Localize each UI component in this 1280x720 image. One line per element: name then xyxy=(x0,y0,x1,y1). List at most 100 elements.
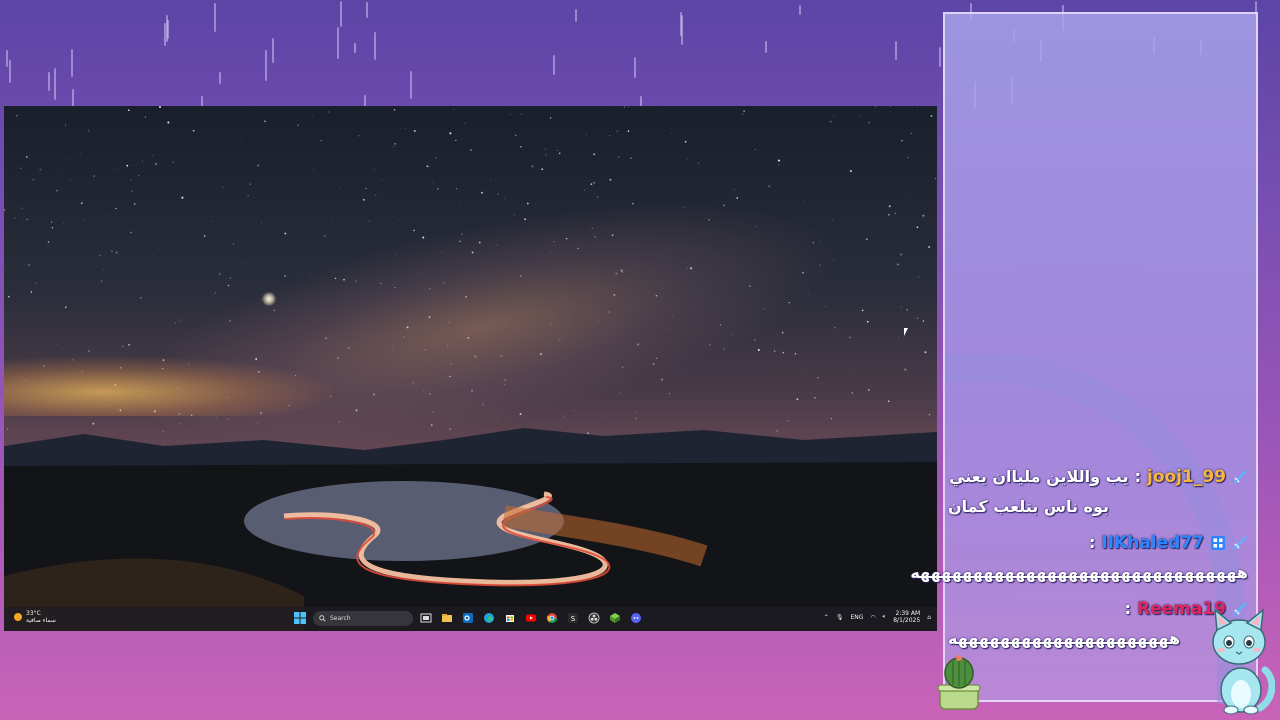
rain-streak xyxy=(366,1,369,19)
star xyxy=(435,157,437,159)
star xyxy=(865,238,868,241)
star xyxy=(890,355,891,356)
rain-streak xyxy=(265,50,268,81)
star xyxy=(617,156,620,158)
star xyxy=(80,202,83,205)
star xyxy=(520,145,522,148)
star xyxy=(393,109,396,111)
task-view-icon[interactable] xyxy=(418,610,434,626)
cactus-plant-decoration xyxy=(937,655,981,710)
star xyxy=(906,400,908,402)
star xyxy=(374,194,377,197)
chat-message: : IIKhaled77 ههههههههههههههههههههههههههه… xyxy=(910,528,1248,588)
star xyxy=(127,109,130,112)
star xyxy=(203,235,206,237)
rain-streak xyxy=(272,37,275,63)
file-explorer-icon[interactable] xyxy=(439,610,455,626)
chrome-icon[interactable] xyxy=(544,610,560,626)
chat-username[interactable]: jooj1_99 xyxy=(1147,462,1226,492)
bright-star xyxy=(262,292,276,306)
microphone-icon[interactable]: 🎙︎ xyxy=(836,614,844,621)
star xyxy=(604,415,605,417)
star xyxy=(849,170,852,173)
star xyxy=(92,422,95,425)
outlook-icon[interactable] xyxy=(460,610,476,626)
star xyxy=(593,181,595,184)
star xyxy=(28,264,30,266)
rain-streak xyxy=(219,71,222,85)
star xyxy=(635,417,637,419)
star xyxy=(115,251,118,254)
youtube-icon[interactable] xyxy=(523,610,539,626)
chat-message: : Reema19 هههههههههههههههههههههه xyxy=(948,594,1248,654)
star xyxy=(896,263,899,266)
discord-icon[interactable] xyxy=(628,610,644,626)
wifi-icon[interactable]: ◠ xyxy=(870,614,875,621)
star xyxy=(894,212,896,214)
star xyxy=(181,196,184,199)
star xyxy=(394,143,396,145)
notification-bell-icon[interactable]: ⌂ xyxy=(927,614,931,621)
star xyxy=(133,159,135,161)
star xyxy=(449,132,452,135)
rain-streak xyxy=(8,59,11,84)
star xyxy=(64,306,67,309)
star xyxy=(805,371,807,373)
stream-desktop-capture: 33°C سماء صافية Search S ⌃ 🎙︎ ENG ◠ 🔈︎ 2… xyxy=(4,106,937,631)
star xyxy=(16,115,18,117)
star xyxy=(21,217,23,219)
chat-message-text-continued: بوه ناس بتلعب كمان xyxy=(948,497,1110,516)
star xyxy=(47,241,50,243)
star xyxy=(602,141,604,142)
store-icon[interactable] xyxy=(502,610,518,626)
rain-streak xyxy=(70,49,73,77)
star xyxy=(83,219,85,221)
weather-widget[interactable]: 33°C سماء صافية xyxy=(14,610,56,624)
star xyxy=(573,410,575,411)
star xyxy=(323,235,326,237)
star xyxy=(520,113,522,115)
taskbar-apps: Search S xyxy=(292,610,644,626)
star xyxy=(509,113,511,115)
star xyxy=(545,154,547,156)
streamlabs-icon[interactable]: S xyxy=(565,610,581,626)
volume-icon[interactable]: 🔈︎ xyxy=(883,613,887,621)
star xyxy=(544,148,546,150)
star xyxy=(684,140,687,143)
chat-username[interactable]: IIKhaled77 xyxy=(1101,528,1204,558)
star xyxy=(51,227,53,229)
star xyxy=(131,190,134,193)
clock-time: 2:39 AM xyxy=(895,610,921,617)
star xyxy=(922,214,925,217)
star xyxy=(247,195,249,196)
star xyxy=(16,186,17,188)
star xyxy=(609,178,612,181)
rain-streak xyxy=(634,57,637,78)
rain-streak xyxy=(373,32,376,60)
star xyxy=(56,190,58,192)
rain-streak xyxy=(214,3,217,33)
rain-streak xyxy=(765,41,768,53)
star xyxy=(130,179,132,181)
clock-date: 8/1/2025 xyxy=(893,617,921,624)
show-hidden-icons-chevron-icon[interactable]: ⌃ xyxy=(824,614,829,621)
star xyxy=(211,221,213,222)
taskbar-search-box[interactable]: Search xyxy=(313,610,413,626)
star xyxy=(833,115,835,117)
star xyxy=(159,106,161,108)
star xyxy=(514,134,517,137)
obs-icon[interactable] xyxy=(586,610,602,626)
star xyxy=(79,153,81,154)
rain-streak xyxy=(339,0,342,28)
edge-icon[interactable] xyxy=(481,610,497,626)
star xyxy=(358,135,360,137)
prime-badge-icon xyxy=(1210,535,1226,551)
star xyxy=(39,168,42,171)
windows-start-icon[interactable] xyxy=(292,610,308,626)
search-placeholder: Search xyxy=(330,614,351,622)
game-app-icon[interactable] xyxy=(607,610,623,626)
language-indicator[interactable]: ENG xyxy=(850,614,863,621)
star xyxy=(851,392,854,394)
star xyxy=(297,124,299,127)
taskbar-clock[interactable]: 2:39 AM 8/1/2025 xyxy=(893,610,920,624)
